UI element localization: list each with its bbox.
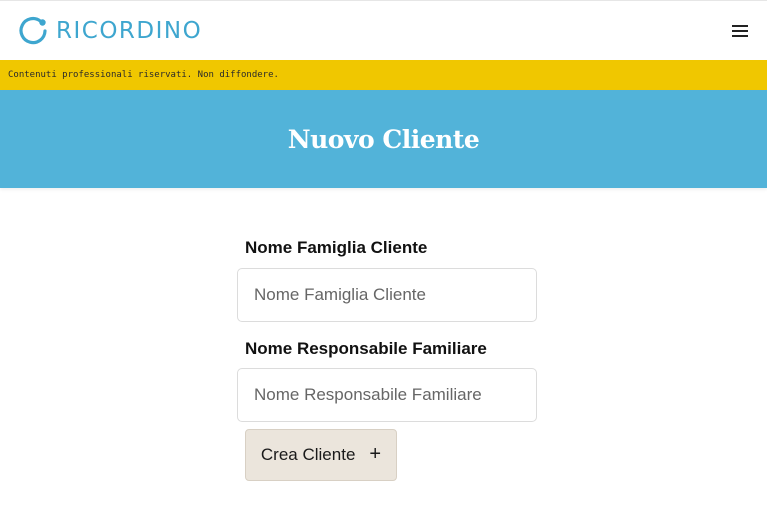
- menu-bar: [732, 35, 748, 37]
- brand-name: RICORDINO: [56, 18, 203, 44]
- plus-icon: +: [369, 443, 382, 465]
- create-client-button[interactable]: Crea Cliente +: [245, 429, 397, 481]
- family-name-wrapper: [237, 268, 537, 322]
- confidentiality-notice: Contenuti professionali riservati. Non d…: [0, 60, 767, 90]
- responsible-name-label: Nome Responsabile Familiare: [245, 339, 487, 358]
- family-name-label: Nome Famiglia Cliente: [245, 238, 428, 257]
- brand-logo-link[interactable]: RICORDINO: [18, 14, 202, 48]
- hamburger-menu-icon[interactable]: [730, 23, 750, 39]
- page-title: Nuovo Cliente: [287, 124, 480, 154]
- menu-bar: [732, 30, 748, 32]
- responsible-name-wrapper: [237, 368, 537, 422]
- ring-dot-icon: [19, 16, 47, 45]
- page-hero: Nuovo Cliente: [0, 90, 767, 188]
- create-client-label: Crea Cliente: [260, 445, 356, 464]
- menu-bar: [732, 25, 748, 27]
- family-name-input[interactable]: [237, 268, 537, 322]
- top-navbar: RICORDINO: [0, 0, 767, 60]
- responsible-name-input[interactable]: [237, 368, 537, 422]
